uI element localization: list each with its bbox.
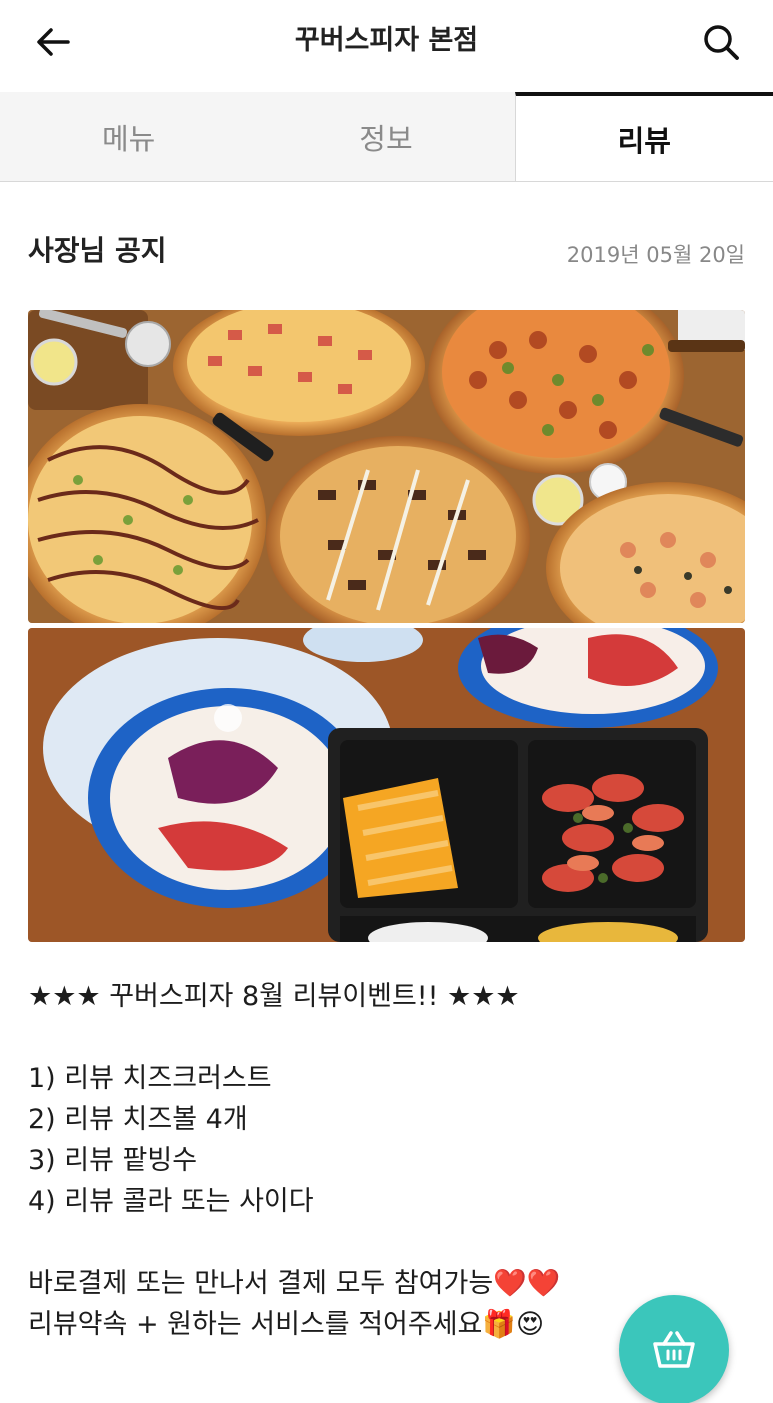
basket-icon	[653, 1331, 695, 1368]
side-dishes-photo	[28, 628, 745, 942]
back-button[interactable]	[24, 16, 82, 68]
arrow-left-icon	[37, 28, 70, 56]
notice-text: ★★★ 꾸버스피자 8월 리뷰이벤트!! ★★★ 1) 리뷰 치즈크러스트 2)…	[28, 976, 628, 1345]
notice-line: 4) 리뷰 콜라 또는 사이다	[28, 1186, 314, 1217]
search-button[interactable]	[693, 16, 749, 68]
notice-line: 리뷰약속 + 원하는 서비스를 적어주세요🎁😍	[28, 1309, 545, 1340]
notice-line: ★★★ 꾸버스피자 8월 리뷰이벤트!! ★★★	[28, 981, 520, 1012]
cart-button[interactable]	[619, 1295, 729, 1403]
top-app-bar: 꾸버스피자 본점	[0, 0, 773, 88]
notice-line: 2) 리뷰 치즈볼 4개	[28, 1104, 248, 1135]
store-tabs: 메뉴 정보 리뷰	[0, 92, 773, 182]
notice-title: 사장님 공지	[28, 234, 167, 267]
tab-info[interactable]: 정보	[257, 92, 514, 181]
search-icon	[704, 25, 739, 60]
notice-date: 2019년 05월 20일	[566, 243, 745, 267]
pizza-photo	[28, 310, 745, 623]
notice-line: 바로결제 또는 만나서 결제 모두 참여가능❤️❤️	[28, 1268, 561, 1299]
notice-line: 1) 리뷰 치즈크러스트	[28, 1063, 272, 1094]
notice-line: 3) 리뷰 팥빙수	[28, 1145, 198, 1176]
notice-line-blank	[28, 1017, 628, 1058]
tab-menu[interactable]: 메뉴	[0, 92, 257, 181]
owner-notice-header: 사장님 공지 2019년 05월 20일	[28, 226, 745, 286]
notice-line-blank	[28, 1222, 628, 1263]
store-review-page: 꾸버스피자 본점 메뉴 정보 리뷰 사장님 공지 2019년 05월 20일 ★…	[0, 0, 773, 1403]
store-title: 꾸버스피자 본점	[294, 25, 479, 56]
tab-review[interactable]: 리뷰	[514, 92, 773, 181]
